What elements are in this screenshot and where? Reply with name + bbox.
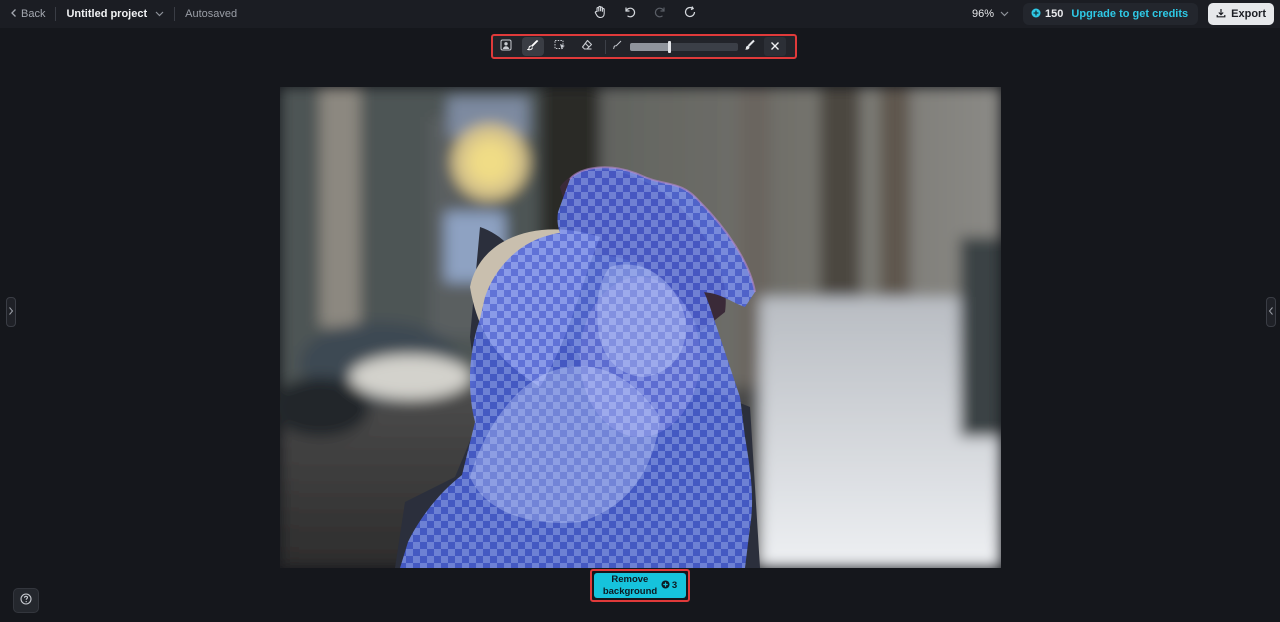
upgrade-link[interactable]: Upgrade to get credits [1071, 8, 1188, 20]
chevron-down-icon [1000, 8, 1009, 20]
divider [55, 7, 57, 21]
project-name-dropdown[interactable]: Untitled project [66, 8, 164, 20]
remove-background-label-line2: background [602, 585, 658, 597]
top-bar: Back Untitled project Autosaved 96% 150 … [0, 0, 1280, 28]
photo-with-mask [280, 87, 1001, 568]
export-button[interactable]: Export [1208, 3, 1274, 25]
credit-count: 150 [1031, 8, 1063, 21]
redo-button[interactable] [652, 6, 668, 22]
autosave-status: Autosaved [185, 8, 238, 20]
credit-amount: 150 [1045, 8, 1064, 20]
divider [174, 7, 176, 21]
toolbar-highlight [491, 34, 797, 59]
image-canvas[interactable] [280, 87, 1001, 568]
history-controls [592, 0, 698, 28]
remove-background-label: Remove background [603, 574, 657, 597]
left-panel-toggle[interactable] [6, 297, 16, 327]
remove-background-label-line1: Remove [611, 574, 649, 585]
chevron-right-icon [8, 303, 14, 321]
project-name: Untitled project [66, 8, 148, 20]
remove-background-button[interactable]: Remove background 3 [594, 573, 686, 598]
help-icon [20, 592, 32, 610]
remove-background-cost: 3 [661, 579, 678, 592]
hand-icon [593, 5, 607, 24]
right-panel-toggle[interactable] [1266, 297, 1276, 327]
chevron-left-icon [1268, 303, 1274, 321]
credit-coin-icon [1031, 8, 1041, 21]
zoom-level: 96% [972, 8, 995, 20]
cost-amount: 3 [671, 580, 678, 591]
chevron-left-icon [10, 8, 18, 21]
download-icon [1216, 8, 1226, 21]
zoom-dropdown[interactable]: 96% [972, 8, 1009, 20]
export-label: Export [1231, 8, 1266, 20]
help-button[interactable] [13, 588, 39, 613]
back-button[interactable]: Back [10, 8, 45, 21]
credit-coin-icon [661, 579, 670, 592]
hand-tool-button[interactable] [592, 5, 608, 24]
top-bar-left: Back Untitled project Autosaved [10, 0, 237, 28]
chevron-down-icon [155, 8, 164, 20]
top-bar-right: 96% 150 Upgrade to get credits Export [972, 0, 1274, 28]
undo-button[interactable] [622, 6, 638, 22]
refresh-icon [683, 5, 697, 24]
back-label: Back [21, 8, 46, 20]
credits-panel: 150 Upgrade to get credits [1023, 3, 1199, 25]
redo-icon [653, 5, 667, 24]
undo-icon [623, 5, 637, 24]
reset-button[interactable] [682, 5, 698, 24]
